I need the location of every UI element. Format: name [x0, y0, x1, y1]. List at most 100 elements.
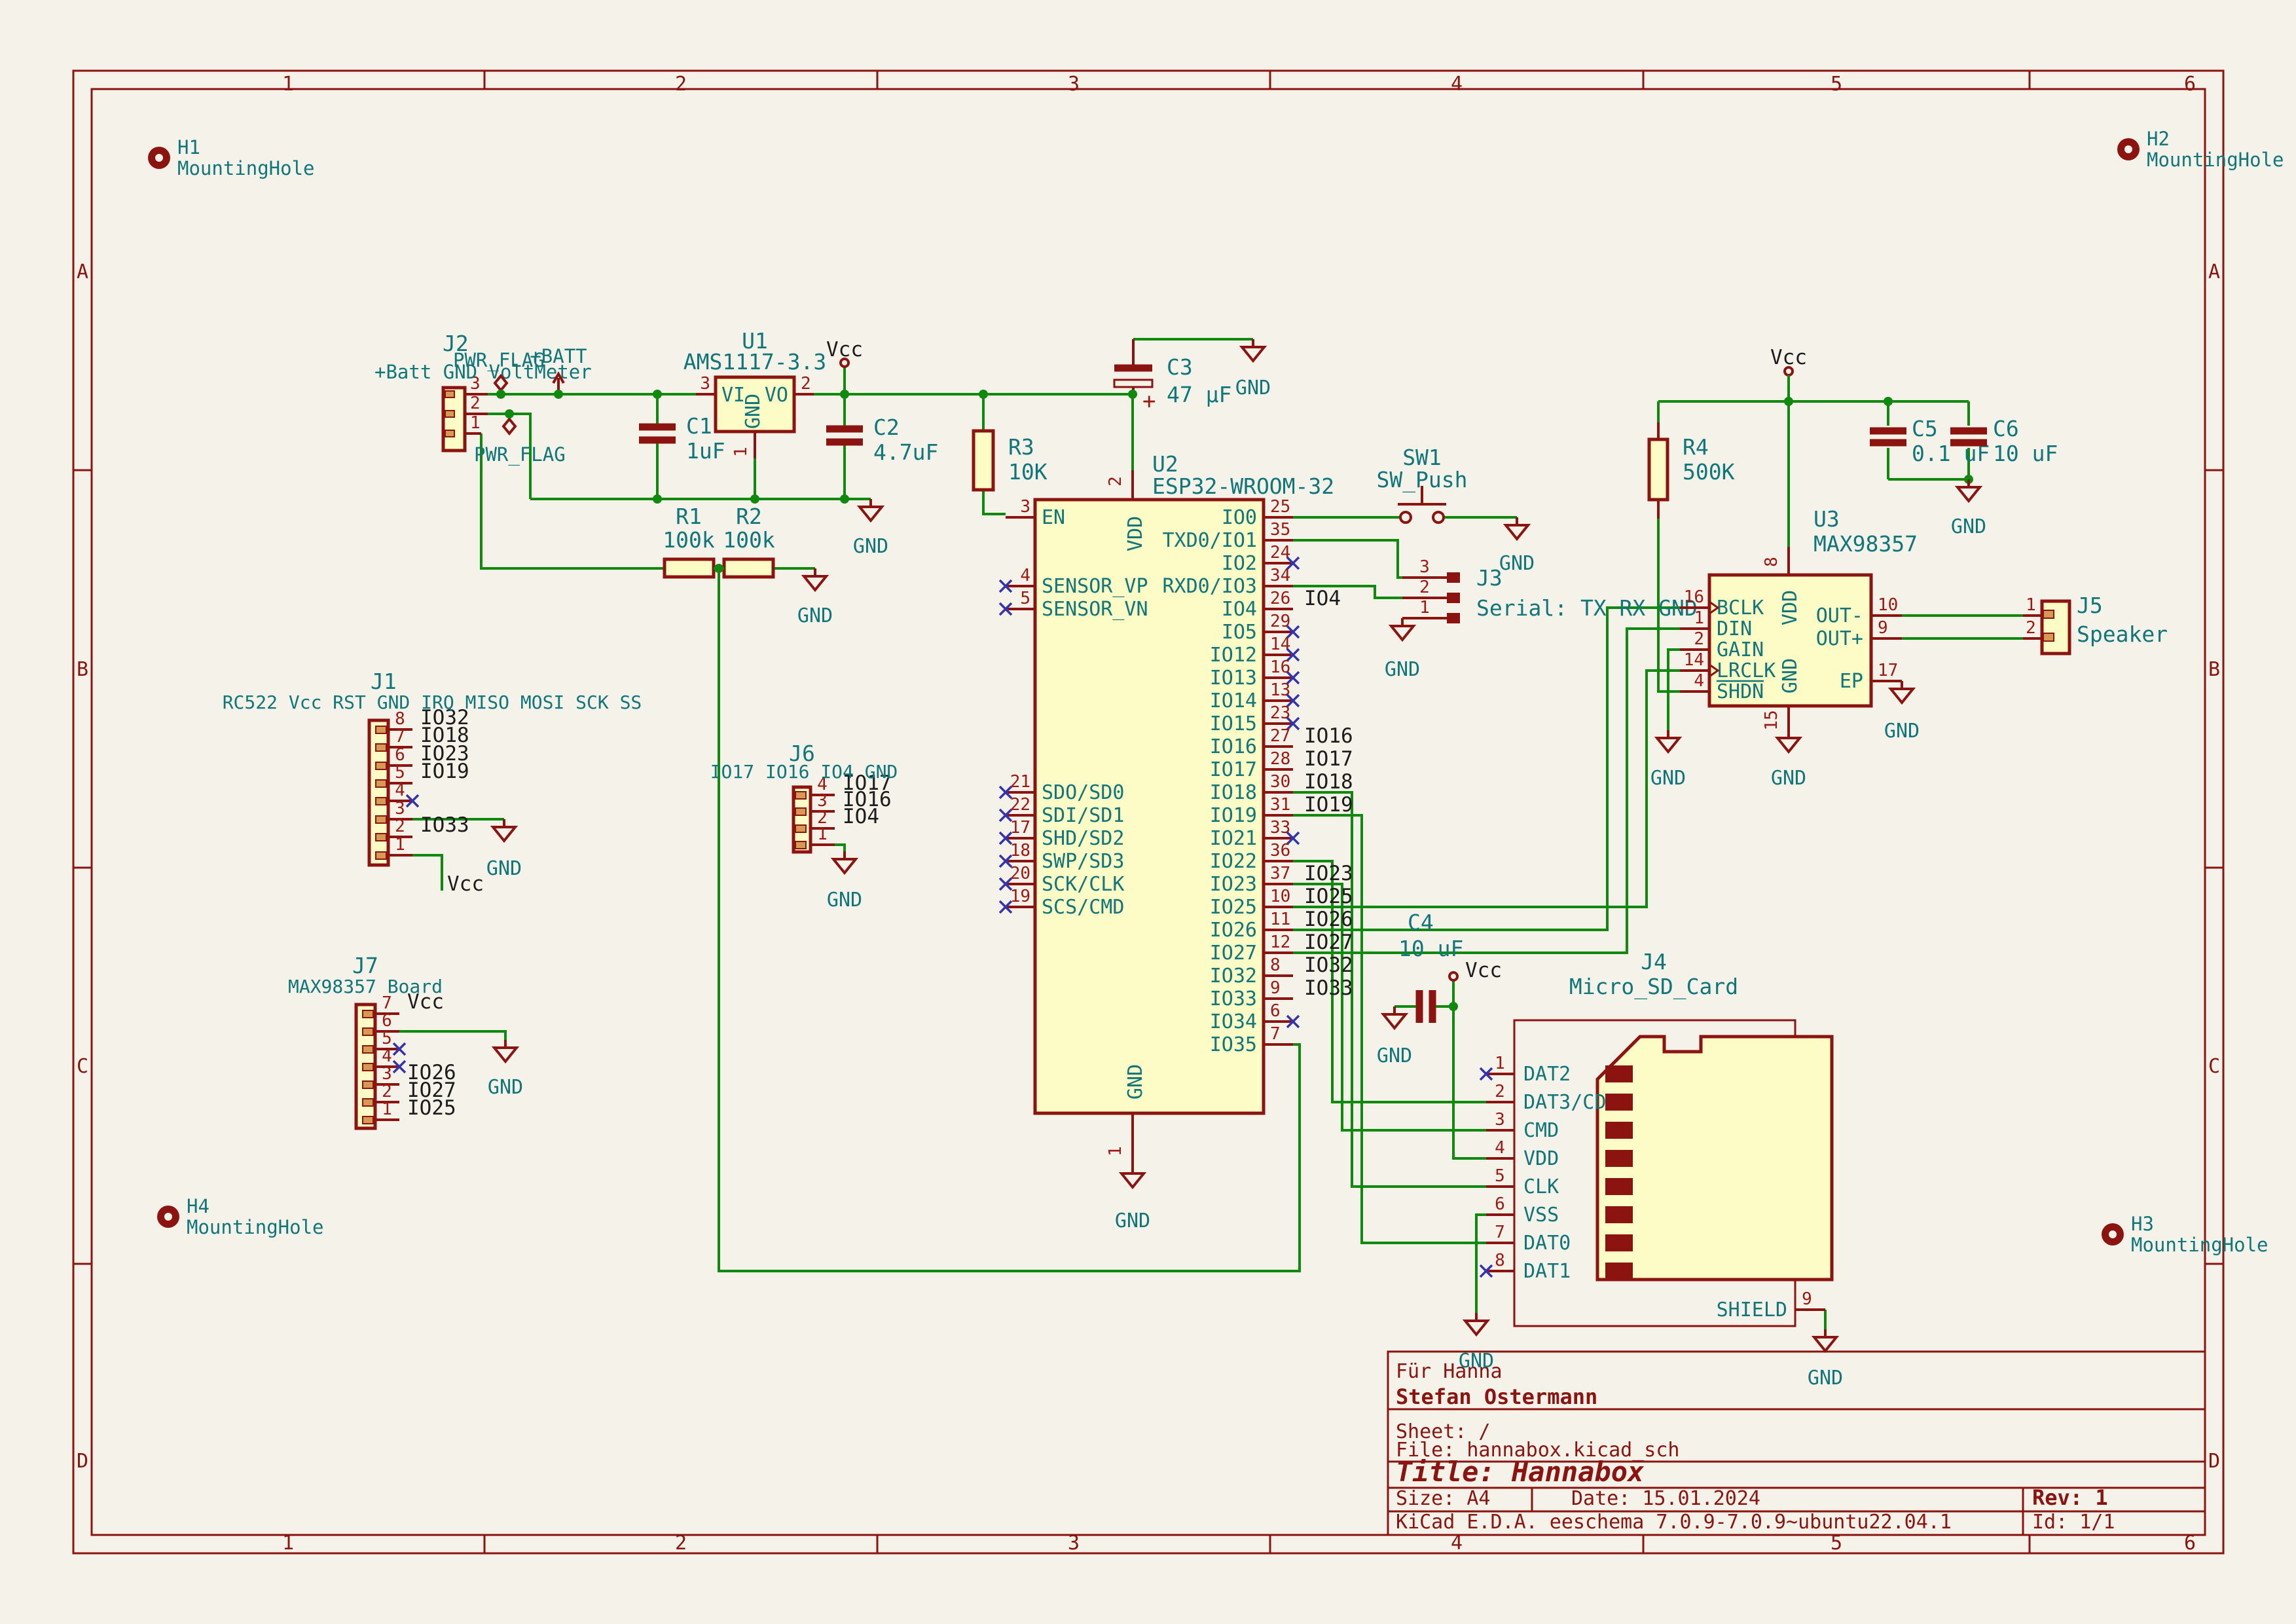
mounting-hole-icon — [155, 154, 163, 162]
mounting-hole: H3MountingHole — [2102, 1213, 2269, 1256]
pin-name: DAT3/CD — [1523, 1091, 1606, 1114]
component-c2: C2 4.7uF — [826, 415, 938, 465]
title-block-id: Id: 1/1 — [2032, 1511, 2115, 1534]
pin-pad — [795, 841, 806, 849]
pin-number: 3 — [1419, 557, 1430, 577]
pin-number: 17 — [1010, 818, 1030, 838]
mounting-hole-value: MountingHole — [177, 157, 315, 179]
net-label: IO4 — [1304, 587, 1341, 610]
junction-dot — [979, 390, 988, 399]
j3-reference: J3 — [1476, 565, 1503, 591]
pin-name: VSS — [1523, 1204, 1559, 1227]
gnd-symbol: GND — [1377, 1006, 1412, 1067]
pin-pad — [1447, 593, 1460, 603]
component-r3: R3 10K — [974, 431, 1048, 490]
pin-name: IO21 — [1210, 827, 1257, 850]
u1-value: AMS1117-3.3 — [683, 349, 827, 375]
mounting-hole-value: MountingHole — [187, 1216, 324, 1238]
c2-value: 4.7uF — [873, 439, 938, 465]
pin-number: 37 — [1270, 864, 1290, 883]
pin-number: 13 — [1270, 680, 1290, 700]
junction-dot — [750, 494, 759, 504]
pin-name: VO — [765, 384, 788, 407]
pin-number: 5 — [1495, 1166, 1505, 1186]
pin-name: IO13 — [1210, 667, 1257, 690]
gnd-arrow-icon — [804, 576, 826, 590]
component-j3-serial: 3 2 1 J3 Serial: TX RX GND — [1402, 557, 1698, 623]
r3-body — [974, 431, 993, 490]
gnd-arrow-icon — [1958, 487, 1980, 501]
pin-number: 5 — [395, 763, 405, 783]
pin-number: 2 — [1495, 1082, 1505, 1101]
vcc-label: Vcc — [1770, 346, 1807, 369]
gnd-label: GND — [853, 535, 888, 558]
frame-row-label: A — [2208, 261, 2220, 284]
u3-reference: U3 — [1813, 506, 1840, 532]
c3-reference: C3 — [1167, 354, 1193, 380]
c4-reference: C4 — [1408, 910, 1434, 935]
pin-name: DAT1 — [1523, 1260, 1571, 1283]
pin-name: VDD — [1523, 1147, 1559, 1170]
gnd-label: GND — [486, 857, 522, 880]
switch-contact — [1400, 512, 1411, 523]
gnd-label: GND — [1499, 552, 1535, 575]
gnd-label: GND — [1808, 1367, 1843, 1390]
pin-pad — [445, 391, 454, 397]
pin-number: 17 — [1878, 661, 1898, 680]
gnd-arrow-icon — [833, 859, 856, 873]
pin-pad — [376, 798, 386, 805]
component-j7-amp-board: 7Vcc6543IO262IO271IO25 J7 MAX98357 Board — [288, 953, 456, 1128]
pin-number: 30 — [1270, 772, 1290, 792]
pin-number: 34 — [1270, 566, 1290, 585]
frame-column-label: 4 — [1451, 73, 1463, 96]
gnd-label: GND — [1951, 515, 1986, 538]
frame-row-label: D — [2208, 1450, 2220, 1473]
gnd-label: GND — [1650, 767, 1686, 790]
pin-number: 8 — [1495, 1251, 1505, 1270]
mounting-hole-reference: H2 — [2147, 128, 2170, 150]
pin-number: 4 — [382, 1046, 392, 1066]
pin-number: 10 — [1270, 887, 1290, 906]
gnd-symbol: GND — [1235, 339, 1271, 399]
pin-number: 4 — [395, 781, 405, 800]
pin-name: SENSOR_VN — [1042, 598, 1148, 621]
vcc-label: Vcc — [826, 338, 863, 361]
gnd-symbol: GND — [1459, 1313, 1494, 1373]
pin-pad — [445, 411, 454, 417]
pin-number: 1 — [470, 413, 481, 433]
u2-value: ESP32-WROOM-32 — [1152, 473, 1334, 499]
pin-name: IO0 — [1222, 506, 1257, 529]
pin-name: CMD — [1523, 1119, 1559, 1142]
pin-name: RXD0/IO3 — [1163, 575, 1258, 598]
pin-pad — [795, 792, 806, 799]
pin-pad — [376, 834, 386, 841]
j7-reference: J7 — [352, 953, 378, 978]
pin-pad — [2043, 610, 2054, 618]
component-j6-aux-header: 4IO173IO162IO41 J6 IO17 IO16 IO4 GND — [710, 741, 898, 852]
pin-name: OUT- — [1816, 604, 1863, 627]
pin-number: 28 — [1270, 749, 1290, 769]
pin-number: 8 — [1270, 955, 1281, 975]
pin-name: SENSOR_VP — [1042, 575, 1148, 598]
frame-column-label: 6 — [2184, 73, 2196, 96]
pin-name: DIN — [1717, 618, 1752, 640]
gnd-symbol: GND — [1951, 479, 1986, 538]
vcc-icon — [1449, 972, 1457, 980]
c5-reference: C5 — [1912, 416, 1938, 441]
pin-pad — [376, 816, 386, 823]
mounting-hole: H4MountingHole — [157, 1195, 324, 1238]
pin-number: 8 — [1762, 557, 1781, 567]
title-block-tool: KiCad E.D.A. eeschema 7.0.9-7.0.9~ubuntu… — [1396, 1511, 1952, 1534]
pin-number: 2 — [470, 394, 481, 413]
junction-dot — [714, 564, 723, 573]
pin-number: 3 — [1495, 1110, 1505, 1130]
pin-name: GND — [1124, 1064, 1147, 1099]
c4-value: 10 uF — [1398, 936, 1463, 961]
pin-number: 3 — [382, 1064, 392, 1084]
c2-reference: C2 — [873, 415, 900, 440]
pin-number: 21 — [1010, 772, 1030, 792]
pin-number: 15 — [1762, 710, 1781, 730]
pin-name: IO19 — [1210, 804, 1257, 827]
frame-column-label: 1 — [282, 1532, 294, 1555]
pin-number: 16 — [1684, 587, 1704, 607]
